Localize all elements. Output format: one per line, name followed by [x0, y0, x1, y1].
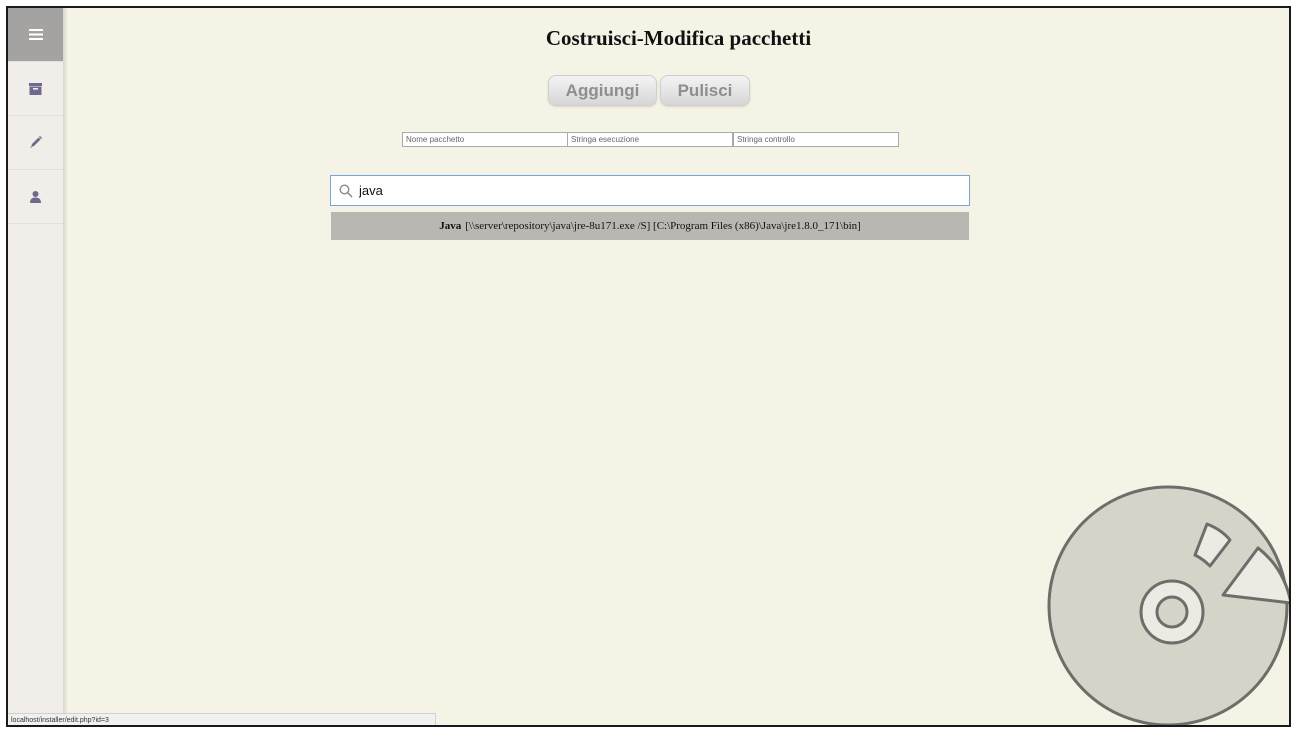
disc-icon	[1047, 485, 1289, 725]
page-title: Costruisci-Modifica pacchetti	[545, 26, 812, 50]
sidebar-item-user[interactable]	[8, 170, 63, 224]
exec-string-field[interactable]	[567, 132, 733, 147]
sidebar	[8, 8, 63, 725]
user-icon	[30, 190, 41, 203]
clear-button[interactable]: Pulisci	[660, 75, 750, 106]
result-detail: [\\server\repository\java\jre-8u171.exe …	[465, 220, 861, 232]
search-box[interactable]	[330, 175, 970, 206]
search-icon	[333, 175, 359, 206]
app-frame: Costruisci-Modifica pacchetti Aggiungi P…	[6, 6, 1291, 727]
check-string-field[interactable]	[733, 132, 899, 147]
add-button[interactable]: Aggiungi	[548, 75, 657, 106]
sidebar-item-edit[interactable]	[8, 116, 63, 170]
sidebar-shadow	[63, 8, 68, 725]
archive-icon	[29, 82, 42, 95]
package-name-field[interactable]	[402, 132, 568, 147]
status-bar-url: localhost/installer/edit.php?id=3	[8, 713, 436, 725]
search-result-item[interactable]: Java [\\server\repository\java\jre-8u171…	[331, 212, 969, 240]
result-name: Java	[439, 220, 462, 232]
menu-icon	[28, 29, 43, 40]
sidebar-item-packages[interactable]	[8, 62, 63, 116]
sidebar-item-menu[interactable]	[8, 8, 63, 62]
search-input[interactable]	[359, 176, 969, 205]
pencil-icon	[30, 136, 42, 148]
